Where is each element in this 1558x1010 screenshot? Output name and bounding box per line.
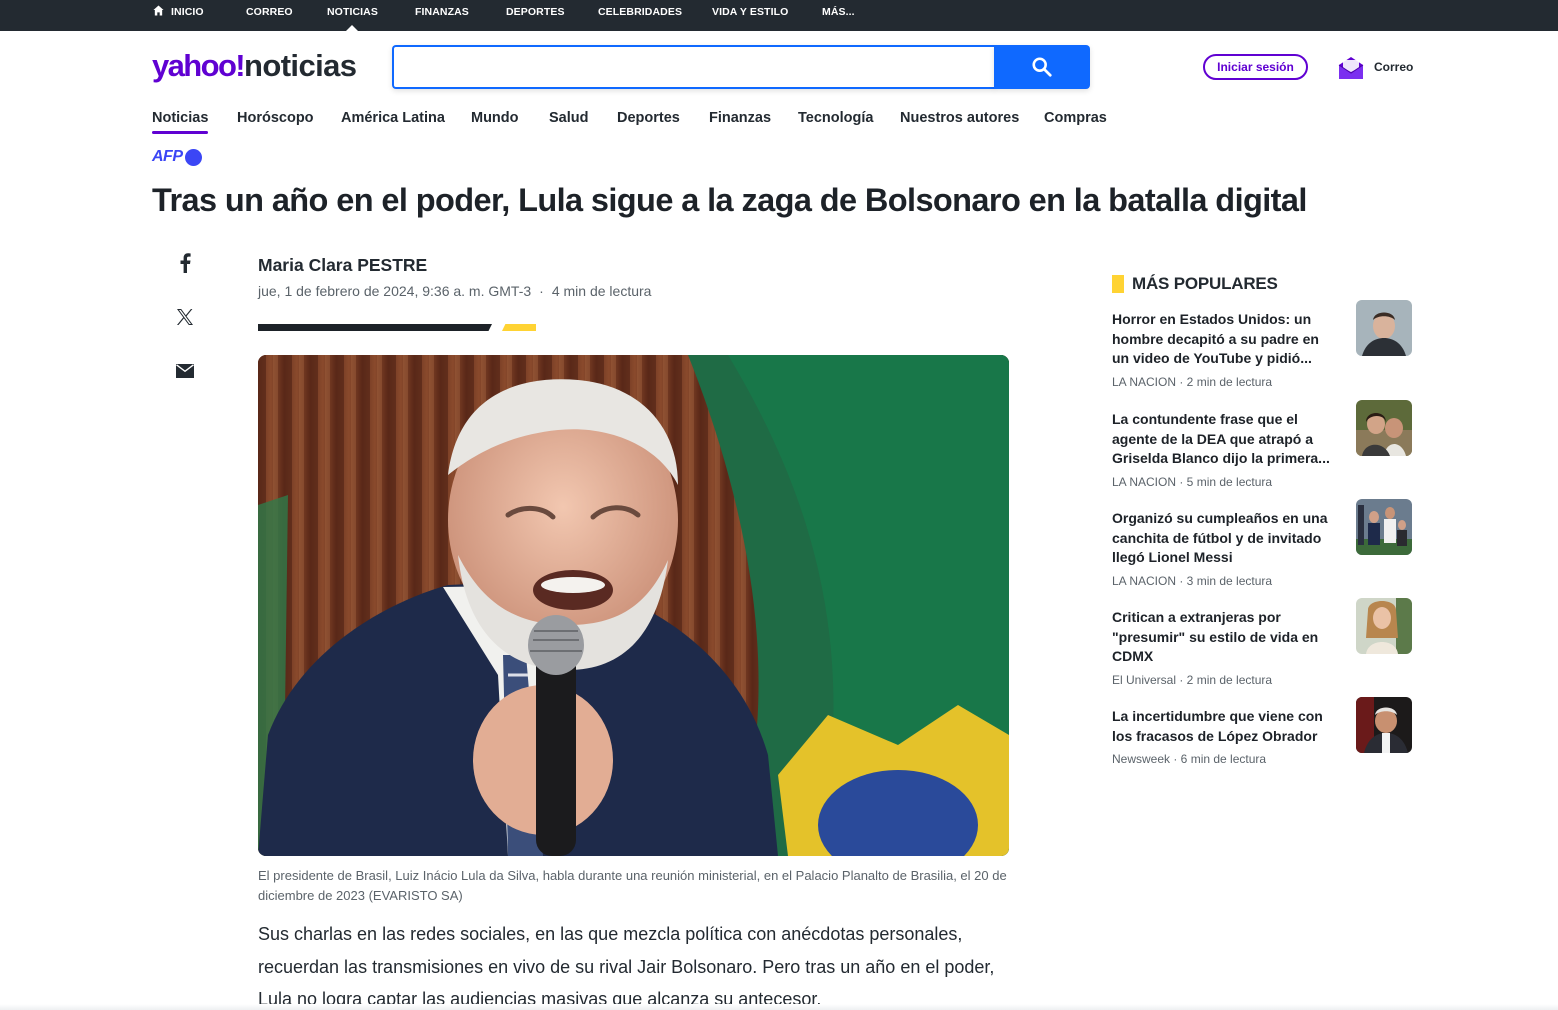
signin-button[interactable]: Iniciar sesión <box>1203 54 1308 80</box>
x-icon <box>177 309 193 325</box>
popular-item[interactable]: La incertidumbre que viene con los fraca… <box>1112 697 1412 766</box>
subnav-item-salud[interactable]: Salud <box>549 108 588 128</box>
search-input[interactable] <box>394 47 995 87</box>
article-body-paragraph: Sus charlas en las redes sociales, en la… <box>258 924 995 1009</box>
popular-section-header: MÁS POPULARES <box>1112 272 1278 296</box>
popular-item[interactable]: Organizó su cumpleaños en una canchita d… <box>1112 499 1412 588</box>
popular-item-title[interactable]: La incertidumbre que viene con los fraca… <box>1112 707 1330 746</box>
share-x-button[interactable] <box>172 304 198 330</box>
subnav-item-compras[interactable]: Compras <box>1044 108 1107 128</box>
popular-item-meta: LA NACION · 2 min de lectura <box>1112 374 1273 389</box>
afp-provider-logo[interactable]: AFP <box>152 147 202 167</box>
popular-item-thumbnail[interactable] <box>1356 598 1412 654</box>
share-facebook-button[interactable] <box>172 250 198 276</box>
popular-item-thumbnail[interactable] <box>1356 300 1412 356</box>
subnav-item-deportes[interactable]: Deportes <box>617 108 680 128</box>
logo-section: noticias <box>244 48 357 83</box>
provider-dot <box>184 148 202 166</box>
home-icon <box>153 5 164 16</box>
subnav-item-america-latina[interactable]: América Latina <box>341 108 445 128</box>
subnav-item-tecnologia[interactable]: Tecnología <box>798 108 873 128</box>
subnav-item-noticias[interactable]: Noticias <box>152 108 209 134</box>
topnav-item-noticias[interactable]: NOTICIAS <box>327 0 378 31</box>
popular-item-title[interactable]: Organizó su cumpleaños en una canchita d… <box>1112 509 1330 568</box>
article-date: jue, 1 de febrero de 2024, 9:36 a. m. GM… <box>258 283 532 299</box>
topnav-item-mas[interactable]: MÁS... <box>822 0 855 31</box>
decorative-bar-yellow <box>502 324 536 331</box>
hero-photo-illustration <box>258 355 1009 856</box>
popular-item-meta: El Universal · 2 min de lectura <box>1112 672 1273 687</box>
section-navigation: Noticias Horóscopo América Latina Mundo … <box>0 108 1200 136</box>
subnav-item-nuestros-autores[interactable]: Nuestros autores <box>900 108 1019 128</box>
popular-item[interactable]: Critican a extranjeras por "presumir" su… <box>1112 598 1412 687</box>
subnav-item-mundo[interactable]: Mundo <box>471 108 519 128</box>
provider-name: AFP <box>152 148 183 165</box>
search-button[interactable] <box>994 45 1090 89</box>
popular-item-thumbnail[interactable] <box>1356 400 1412 456</box>
article-meta: jue, 1 de febrero de 2024, 9:36 a. m. GM… <box>258 283 651 299</box>
popular-accent-bar <box>1112 275 1124 293</box>
popular-item-meta: LA NACION · 3 min de lectura <box>1112 573 1273 588</box>
popular-item-meta: LA NACION · 5 min de lectura <box>1112 474 1273 489</box>
mail-label: Correo <box>1374 60 1414 74</box>
decorative-bar-black <box>258 324 492 331</box>
logo-brand: yahoo <box>152 48 237 83</box>
topnav-item-celebridades[interactable]: CELEBRIDADES <box>598 0 682 31</box>
logo-mark: ! <box>235 48 245 83</box>
search-box <box>392 45 995 89</box>
popular-title: MÁS POPULARES <box>1132 274 1278 293</box>
subnav-item-finanzas[interactable]: Finanzas <box>709 108 771 128</box>
topnav-label: INICIO <box>171 6 204 18</box>
mail-link[interactable]: Correo <box>1338 53 1413 81</box>
popular-item[interactable]: Horror en Estados Unidos: un hombre deca… <box>1112 300 1412 389</box>
subnav-item-horoscopo[interactable]: Horóscopo <box>237 108 314 128</box>
meta-separator: · <box>539 283 544 299</box>
topnav-item-deportes[interactable]: DEPORTES <box>506 0 565 31</box>
popular-item-title[interactable]: Critican a extranjeras por "presumir" su… <box>1112 608 1330 667</box>
topnav-item-inicio[interactable]: INICIO <box>153 0 204 31</box>
popular-item[interactable]: La contundente frase que el agente de la… <box>1112 400 1412 489</box>
article-headline: Tras un año en el poder, Lula sigue a la… <box>152 182 1307 218</box>
facebook-icon <box>180 253 191 273</box>
popular-item-title[interactable]: La contundente frase que el agente de la… <box>1112 410 1330 469</box>
bottom-scroll-edge <box>0 1004 1558 1010</box>
mail-envelope-icon <box>1338 57 1364 79</box>
article-read-time: 4 min de lectura <box>551 283 652 299</box>
mail-icon <box>176 364 194 378</box>
image-caption: El presidente de Brasil, Luiz Inácio Lul… <box>258 868 1007 903</box>
article-author[interactable]: Maria Clara PESTRE <box>258 255 427 276</box>
popular-item-title[interactable]: Horror en Estados Unidos: un hombre deca… <box>1112 310 1330 369</box>
topnav-item-vida-y-estilo[interactable]: VIDA Y ESTILO <box>712 0 788 31</box>
popular-item-thumbnail[interactable] <box>1356 499 1412 555</box>
top-navigation-bar: INICIO CORREO NOTICIAS FINANZAS DEPORTES… <box>0 0 1558 31</box>
search-icon <box>1032 57 1052 77</box>
share-mail-button[interactable] <box>172 358 198 384</box>
topnav-item-finanzas[interactable]: FINANZAS <box>415 0 469 31</box>
yahoo-noticias-logo[interactable]: yahoo!noticias <box>152 48 357 84</box>
topnav-item-correo[interactable]: CORREO <box>246 0 293 31</box>
popular-item-meta: Newsweek · 6 min de lectura <box>1112 752 1267 766</box>
popular-item-thumbnail[interactable] <box>1356 697 1412 753</box>
article-hero-image[interactable] <box>258 355 1009 856</box>
